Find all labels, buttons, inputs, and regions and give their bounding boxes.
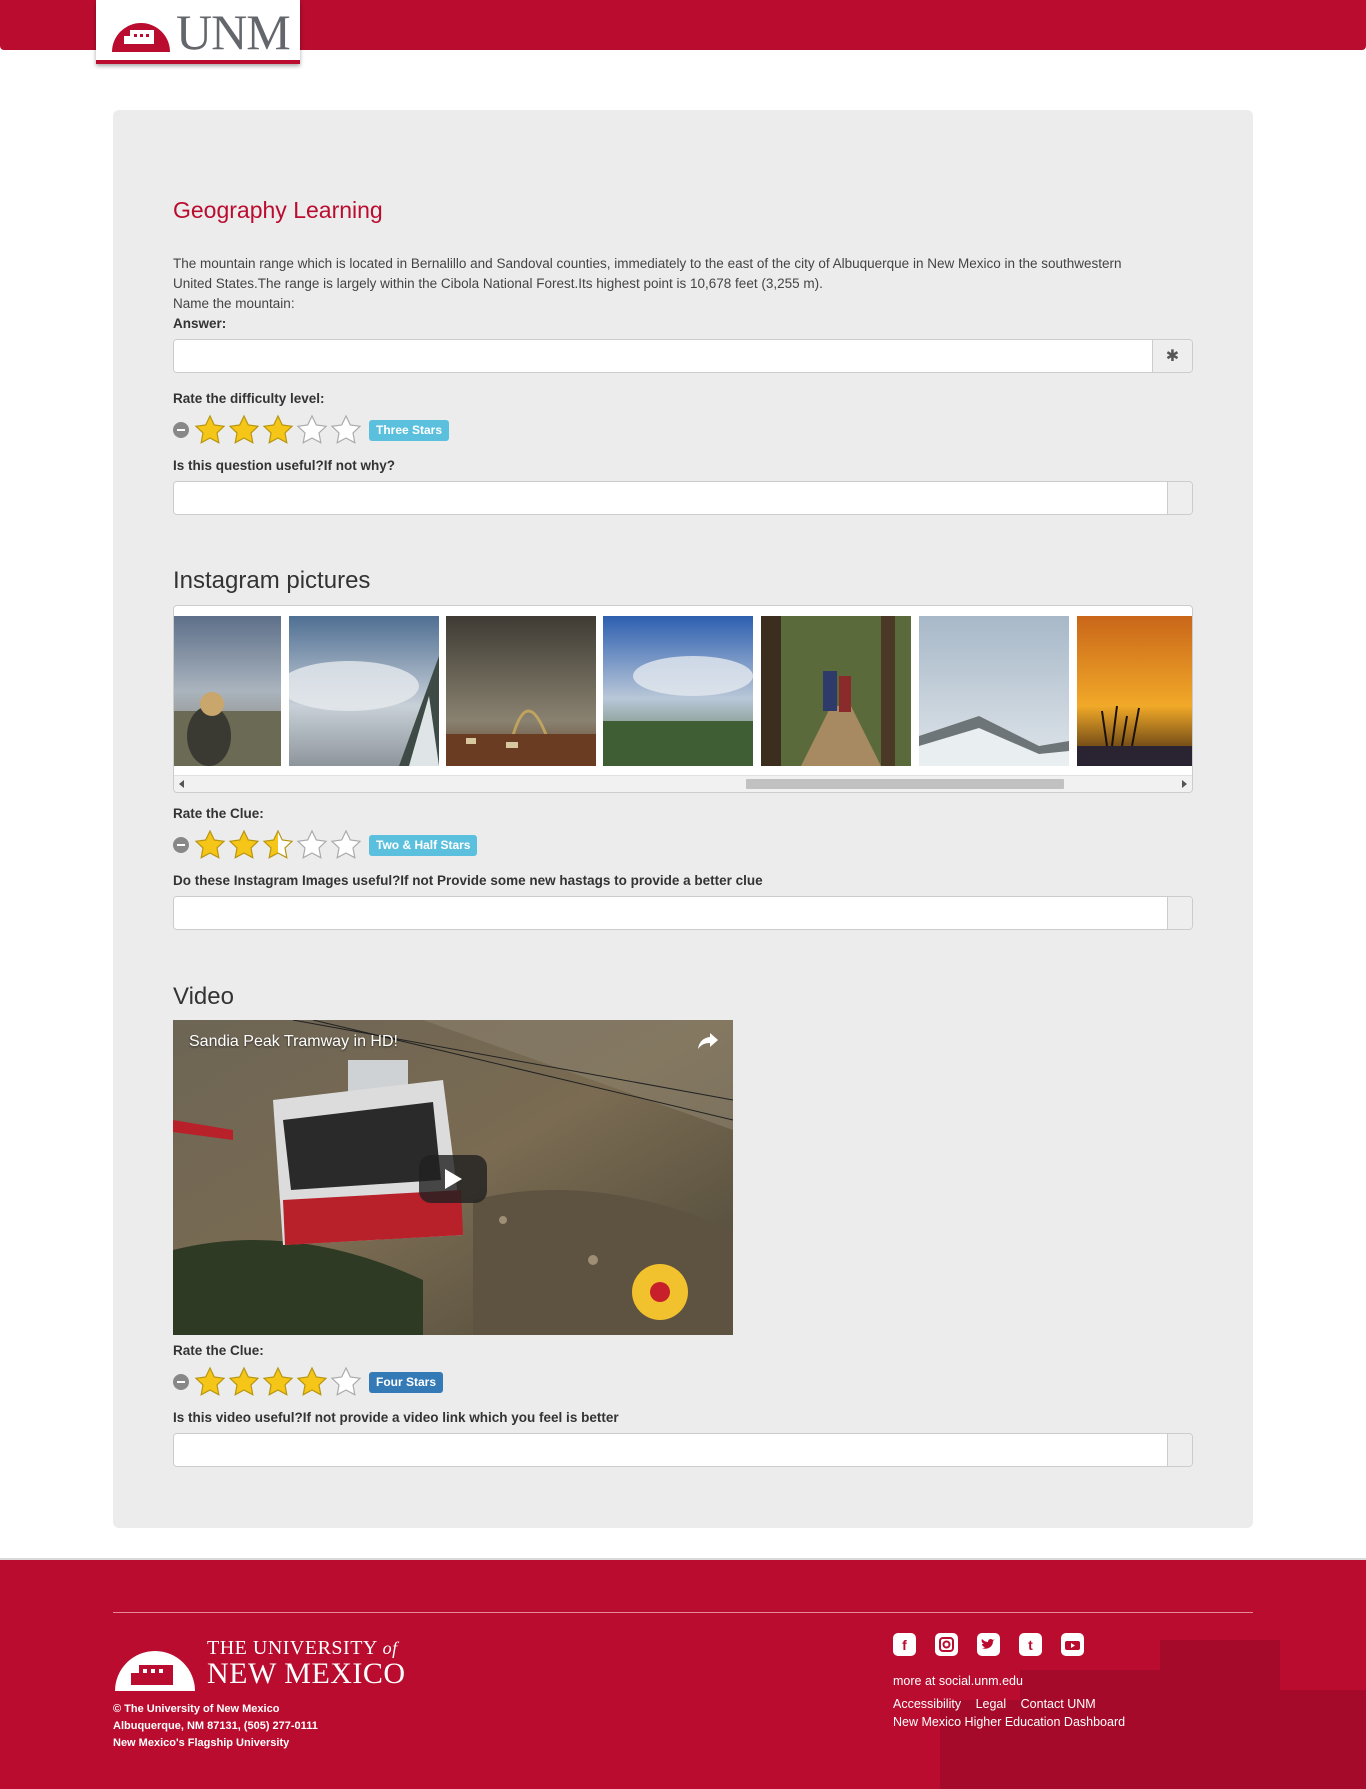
star-icon[interactable] bbox=[227, 414, 261, 446]
video-heading: Video bbox=[173, 983, 234, 1010]
star-icon[interactable] bbox=[295, 414, 329, 446]
insta-clue-label: Rate the Clue: bbox=[173, 806, 264, 821]
question-useful-input[interactable] bbox=[174, 482, 1167, 514]
star-icon[interactable] bbox=[329, 829, 363, 861]
tumblr-icon[interactable]: t bbox=[1019, 1633, 1042, 1656]
youtube-icon[interactable] bbox=[1061, 1633, 1084, 1656]
uni-name-top: THE UNIVERSITY bbox=[207, 1636, 378, 1659]
description-line: The mountain range which is located in B… bbox=[173, 256, 1122, 271]
star-group bbox=[193, 414, 363, 446]
address-line: © The University of New Mexico bbox=[113, 1703, 280, 1715]
instagram-track bbox=[174, 616, 1193, 766]
uni-name-bottom: NEW MEXICO bbox=[207, 1656, 406, 1690]
scroll-thumb[interactable] bbox=[746, 779, 1064, 789]
difficulty-badge: Three Stars bbox=[369, 419, 450, 441]
play-icon bbox=[445, 1169, 462, 1189]
orange-sunset-photo[interactable] bbox=[1077, 616, 1193, 766]
facebook-icon[interactable]: f bbox=[893, 1633, 916, 1656]
scroll-left-icon[interactable] bbox=[179, 780, 184, 788]
answer-field-group: ✱ bbox=[173, 339, 1193, 373]
rainbow-over-city-photo[interactable] bbox=[446, 616, 596, 766]
clear-rating-icon[interactable] bbox=[173, 837, 189, 853]
university-name: THE UNIVERSITY of NEW MEXICO bbox=[207, 1638, 406, 1689]
star-icon[interactable] bbox=[295, 829, 329, 861]
answer-input[interactable] bbox=[174, 340, 1152, 372]
star-icon[interactable] bbox=[193, 414, 227, 446]
star-group bbox=[193, 1366, 363, 1398]
horizontal-scrollbar[interactable] bbox=[174, 775, 1192, 792]
star-icon[interactable] bbox=[329, 414, 363, 446]
input-addon bbox=[1167, 897, 1192, 929]
clouds-over-snowy-trees-photo[interactable] bbox=[289, 616, 439, 766]
green-field-blue-sky-photo[interactable] bbox=[603, 616, 753, 766]
video-useful-input[interactable] bbox=[174, 1434, 1167, 1466]
difficulty-label: Rate the difficulty level: bbox=[173, 391, 325, 406]
video-clue-rating[interactable]: Four Stars bbox=[173, 1366, 1193, 1398]
video-player[interactable]: Sandia Peak Tramway in HD! bbox=[173, 1020, 733, 1335]
video-clue-label: Rate the Clue: bbox=[173, 1343, 264, 1358]
footer-link-contact[interactable]: Contact UNM bbox=[1021, 1697, 1096, 1711]
twitter-icon[interactable] bbox=[977, 1633, 1000, 1656]
star-icon[interactable] bbox=[329, 1366, 363, 1398]
star-icon[interactable] bbox=[261, 1366, 295, 1398]
insta-useful-label: Do these Instagram Images useful?If not … bbox=[173, 873, 763, 888]
question-useful-label: Is this question useful?If not why? bbox=[173, 458, 395, 473]
unm-building-icon bbox=[112, 23, 170, 52]
video-useful-group bbox=[173, 1433, 1193, 1467]
question-prompt: Name the mountain: bbox=[173, 296, 295, 311]
social-more-link[interactable]: more at social.unm.edu bbox=[893, 1674, 1023, 1688]
uni-name-of: of bbox=[382, 1637, 398, 1658]
hikers-on-trail-photo[interactable] bbox=[761, 616, 911, 766]
star-icon[interactable] bbox=[261, 414, 295, 446]
footer-links: Accessibility Legal Contact UNM New Mexi… bbox=[893, 1695, 1125, 1731]
star-group bbox=[193, 829, 363, 861]
footer-link-accessibility[interactable]: Accessibility bbox=[893, 1697, 961, 1711]
instagram-carousel[interactable] bbox=[173, 605, 1193, 793]
star-icon[interactable] bbox=[295, 1366, 329, 1398]
footer-link-dashboard[interactable]: New Mexico Higher Education Dashboard bbox=[893, 1713, 1125, 1731]
woman-with-binoculars-photo[interactable] bbox=[174, 616, 281, 766]
description-line: United States.The range is largely withi… bbox=[173, 276, 823, 291]
insta-clue-rating[interactable]: Two & Half Stars bbox=[173, 829, 1193, 861]
star-icon[interactable] bbox=[193, 829, 227, 861]
unm-building-icon bbox=[115, 1651, 195, 1691]
unm-logo[interactable]: UNM bbox=[96, 0, 300, 64]
clear-rating-icon[interactable] bbox=[173, 422, 189, 438]
video-useful-label: Is this video useful?If not provide a vi… bbox=[173, 1410, 619, 1425]
social-icons: f t bbox=[893, 1633, 1084, 1656]
address-line: Albuquerque, NM 87131, (505) 277-0111 bbox=[113, 1720, 318, 1732]
input-addon bbox=[1167, 482, 1192, 514]
star-icon[interactable] bbox=[193, 1366, 227, 1398]
clear-rating-icon[interactable] bbox=[173, 1374, 189, 1390]
video-title[interactable]: Sandia Peak Tramway in HD! bbox=[189, 1033, 398, 1051]
question-useful-group bbox=[173, 481, 1193, 515]
footer-link-legal[interactable]: Legal bbox=[976, 1697, 1007, 1711]
scroll-right-icon[interactable] bbox=[1182, 780, 1187, 788]
star-icon[interactable] bbox=[227, 1366, 261, 1398]
share-icon[interactable] bbox=[697, 1032, 719, 1050]
footer-divider bbox=[113, 1612, 1253, 1613]
foggy-snowy-ridge-photo[interactable] bbox=[919, 616, 1069, 766]
play-button[interactable] bbox=[419, 1155, 487, 1203]
logo-text: UNM bbox=[176, 4, 291, 60]
star-icon[interactable] bbox=[227, 829, 261, 861]
page-title: Geography Learning bbox=[173, 197, 383, 223]
footer: THE UNIVERSITY of NEW MEXICO © The Unive… bbox=[0, 1560, 1366, 1789]
answer-label: Answer: bbox=[173, 316, 227, 331]
insta-useful-input[interactable] bbox=[174, 897, 1167, 929]
asterisk-icon: ✱ bbox=[1152, 340, 1192, 372]
address-line: New Mexico's Flagship University bbox=[113, 1737, 290, 1749]
insta-useful-group bbox=[173, 896, 1193, 930]
question-description: The mountain range which is located in B… bbox=[173, 254, 1193, 314]
instagram-heading: Instagram pictures bbox=[173, 567, 371, 594]
insta-clue-badge: Two & Half Stars bbox=[369, 834, 478, 856]
video-clue-badge: Four Stars bbox=[369, 1371, 444, 1393]
footer-address: © The University of New Mexico Albuquerq… bbox=[113, 1701, 318, 1752]
star-icon[interactable] bbox=[261, 829, 295, 861]
input-addon bbox=[1167, 1434, 1192, 1466]
footer-unm-logo[interactable]: THE UNIVERSITY of NEW MEXICO bbox=[113, 1635, 406, 1691]
instagram-icon[interactable] bbox=[935, 1633, 958, 1656]
difficulty-rating[interactable]: Three Stars bbox=[173, 414, 1193, 446]
